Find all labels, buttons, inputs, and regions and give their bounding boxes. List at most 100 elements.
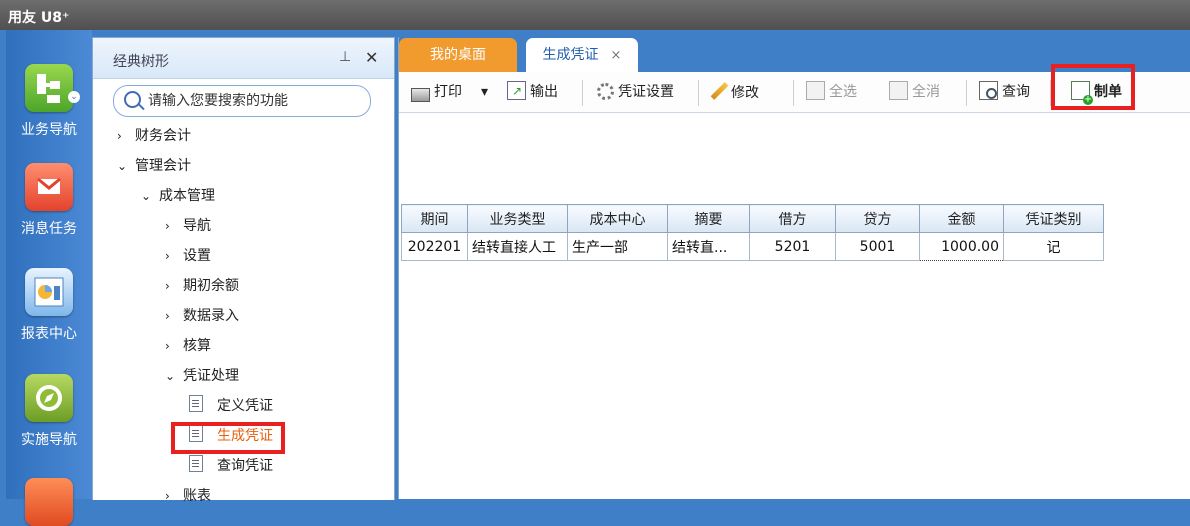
toolbar-divider <box>582 80 583 106</box>
tree-item-query-voucher[interactable]: 查询凭证 <box>189 454 273 478</box>
search-icon <box>124 91 141 108</box>
voucher-category-cell[interactable]: 记 <box>1003 232 1104 261</box>
chevron-right-icon: › <box>165 309 170 323</box>
document-icon <box>189 455 203 472</box>
tree-icon <box>37 74 60 103</box>
chevron-right-icon: › <box>165 489 170 503</box>
left-navigation: ⌄ 业务导航 消息任务 报表中心 实施导航 <box>6 30 92 526</box>
toolbar-divider <box>793 80 794 106</box>
chevron-down-icon: ⌄ <box>141 189 152 203</box>
pencil-icon <box>710 82 729 100</box>
chevron-right-icon: › <box>165 219 170 233</box>
column-header[interactable]: 凭证类别 <box>1003 204 1104 233</box>
app-title: 用友 U8⁺ <box>8 10 70 26</box>
tree-item-opening-balance[interactable]: › 期初余额 <box>165 274 239 298</box>
toolbar-divider <box>698 80 699 106</box>
classic-tree-panel: 经典树形 ⊥ ✕ › 财务会计 ⌄ 管理会计 ⌄ 成本管理 › 导航 › 设置 › 期初余额… <box>92 37 395 504</box>
debit-cell[interactable]: 5201 <box>749 232 836 261</box>
tree-item-label: 定义凭证 <box>217 398 273 414</box>
tree-item-label: 查询凭证 <box>217 458 273 474</box>
select-all-icon <box>806 81 825 100</box>
tab-desktop[interactable]: 我的桌面 <box>399 38 517 72</box>
chevron-right-icon: › <box>165 279 170 293</box>
business-type-cell[interactable]: 结转直接人工 <box>467 232 568 261</box>
printer-icon <box>411 88 430 102</box>
chevron-down-icon: ⌄ <box>165 369 176 383</box>
tree-item-label: 成本管理 <box>159 188 215 204</box>
tree-item-management-accounting[interactable]: ⌄ 管理会计 <box>117 154 191 178</box>
column-header[interactable]: 摘要 <box>667 204 750 233</box>
voucher-generation-table: 期间 业务类型 成本中心 摘要 借方 贷方 金额 凭证类别 202201 结转直… <box>401 204 1104 261</box>
nav-more[interactable] <box>6 478 92 526</box>
gear-icon <box>597 83 614 100</box>
tree-item-financial-accounting[interactable]: › 财务会计 <box>117 124 191 148</box>
column-header[interactable]: 贷方 <box>835 204 920 233</box>
chevron-right-icon: › <box>165 339 170 353</box>
cost-center-cell[interactable]: 生产一部 <box>567 232 668 261</box>
toolbar-divider <box>966 80 967 106</box>
select-all-button[interactable]: 全选 <box>806 81 857 103</box>
amount-cell[interactable]: 1000.00 <box>919 232 1004 261</box>
tree-item-label: 设置 <box>183 248 211 264</box>
clear-all-label: 全消 <box>912 84 940 100</box>
tree-item-data-entry[interactable]: › 数据录入 <box>165 304 239 328</box>
nav-implementation[interactable]: 实施导航 <box>6 374 92 449</box>
modify-button[interactable]: 修改 <box>710 81 759 103</box>
table-header-row: 期间 业务类型 成本中心 摘要 借方 贷方 金额 凭证类别 <box>401 204 1104 233</box>
tree-item-label: 核算 <box>183 338 211 354</box>
tree-panel-title: 经典树形 <box>113 54 169 70</box>
tree-item-cost-management[interactable]: ⌄ 成本管理 <box>141 184 215 208</box>
tree-panel-header: 经典树形 ⊥ ✕ <box>93 38 394 79</box>
export-button[interactable]: 输出 <box>507 80 558 103</box>
close-icon[interactable]: ✕ <box>365 48 378 67</box>
tree-item-voucher-processing[interactable]: ⌄ 凭证处理 <box>165 364 239 388</box>
nav-business[interactable]: ⌄ 业务导航 <box>6 64 92 139</box>
pin-icon[interactable]: ⊥ <box>339 49 351 65</box>
implementation-navigation-icon <box>25 374 73 422</box>
print-dropdown-button[interactable]: ▾ <box>481 81 488 103</box>
voucher-settings-label: 凭证设置 <box>618 84 674 100</box>
tree-item-define-voucher[interactable]: 定义凭证 <box>189 394 273 418</box>
search-box[interactable] <box>113 85 371 117</box>
voucher-settings-button[interactable]: 凭证设置 <box>597 81 674 103</box>
column-header[interactable]: 借方 <box>749 204 836 233</box>
tree-item-navigation[interactable]: › 导航 <box>165 214 211 238</box>
column-header[interactable]: 业务类型 <box>467 204 568 233</box>
period-cell[interactable]: 202201 <box>401 232 468 261</box>
message-task-icon <box>25 163 73 211</box>
tab-generate-voucher[interactable]: 生成凭证 × <box>526 38 638 72</box>
nav-message-task[interactable]: 消息任务 <box>6 163 92 238</box>
column-header[interactable]: 金额 <box>919 204 1004 233</box>
column-header[interactable]: 期间 <box>401 204 468 233</box>
nav-implementation-label: 实施导航 <box>21 432 77 448</box>
clear-all-icon <box>889 81 908 100</box>
nav-report-center[interactable]: 报表中心 <box>6 268 92 343</box>
summary-cell[interactable]: 结转直... <box>667 232 750 261</box>
export-icon <box>507 80 526 102</box>
query-button[interactable]: 查询 <box>979 81 1030 103</box>
tree-item-ledger[interactable]: › 账表 <box>165 484 211 508</box>
tree-item-settings[interactable]: › 设置 <box>165 244 211 268</box>
print-button[interactable]: 打印 <box>411 81 462 103</box>
tree-item-calculation[interactable]: › 核算 <box>165 334 211 358</box>
tree-item-label: 账表 <box>183 488 211 504</box>
nav-message-task-label: 消息任务 <box>21 221 77 237</box>
search-input[interactable] <box>146 90 365 112</box>
workspace: 我的桌面 生成凭证 × 打印 ▾ 输出 凭证设置 修改 全选 全消 查询 制单 期… <box>398 37 1190 499</box>
chevron-right-icon: › <box>165 249 170 263</box>
nav-report-center-label: 报表中心 <box>21 326 77 342</box>
business-navigation-icon: ⌄ <box>25 64 80 112</box>
tab-generate-voucher-label: 生成凭证 <box>542 47 599 63</box>
query-icon <box>979 81 998 100</box>
close-icon[interactable]: × <box>611 48 622 63</box>
tree-item-label: 凭证处理 <box>183 368 239 384</box>
generate-voucher-highlight <box>171 422 285 454</box>
tree-item-label: 财务会计 <box>135 128 191 144</box>
tree-item-label: 导航 <box>183 218 211 234</box>
table-row[interactable]: 202201 结转直接人工 生产一部 结转直... 5201 5001 1000… <box>401 232 1104 261</box>
query-label: 查询 <box>1002 84 1030 100</box>
clear-all-button[interactable]: 全消 <box>889 81 940 103</box>
compass-icon <box>36 385 62 411</box>
column-header[interactable]: 成本中心 <box>567 204 668 233</box>
credit-cell[interactable]: 5001 <box>835 232 920 261</box>
